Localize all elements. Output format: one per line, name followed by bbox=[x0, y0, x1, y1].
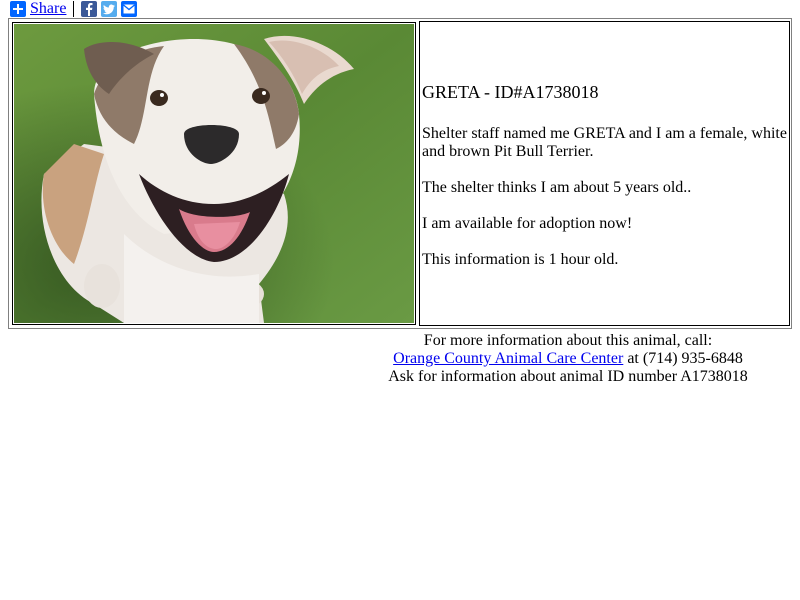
shelter-phone: (714) 935-6848 bbox=[642, 350, 743, 367]
animal-card: GRETA - ID#A1738018 Shelter staff named … bbox=[8, 18, 792, 329]
info-freshness: This information is 1 hour old. bbox=[422, 251, 619, 268]
plus-icon[interactable] bbox=[10, 1, 26, 17]
share-bar: Share bbox=[10, 0, 138, 18]
contact-intro: For more information about this animal, … bbox=[423, 332, 713, 349]
share-divider bbox=[73, 1, 75, 17]
contact-line: Orange County Animal Care Center at (714… bbox=[330, 350, 800, 368]
photo-cell bbox=[12, 22, 416, 325]
facebook-icon[interactable] bbox=[81, 1, 98, 17]
share-link[interactable]: Share bbox=[30, 0, 66, 18]
shelter-link[interactable]: Orange County Animal Care Center bbox=[393, 350, 623, 367]
animal-description: Shelter staff named me GRETA and I am a … bbox=[422, 125, 787, 160]
animal-heading: GRETA - ID#A1738018 bbox=[422, 82, 599, 102]
email-icon[interactable] bbox=[121, 1, 138, 17]
dog-photo bbox=[14, 24, 414, 323]
twitter-icon[interactable] bbox=[101, 1, 118, 17]
animal-availability: I am available for adoption now! bbox=[422, 215, 633, 232]
contact-info: For more information about this animal, … bbox=[330, 332, 800, 386]
animal-age: The shelter thinks I am about 5 years ol… bbox=[422, 179, 692, 196]
contact-id-note: Ask for information about animal ID numb… bbox=[388, 368, 748, 385]
details-cell: GRETA - ID#A1738018 Shelter staff named … bbox=[419, 21, 790, 326]
contact-at: at bbox=[623, 350, 643, 367]
